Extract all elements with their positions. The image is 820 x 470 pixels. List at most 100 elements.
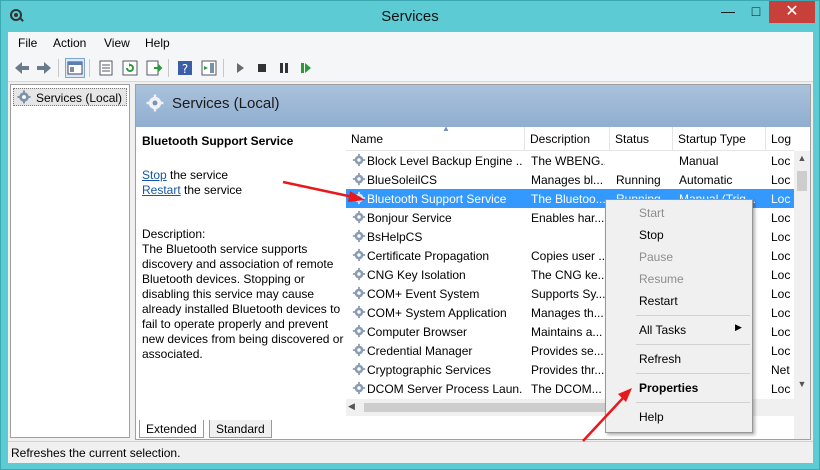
toolbar-separator [223, 59, 224, 77]
cell-description: Provides se... [531, 344, 604, 358]
forward-arrow-icon[interactable] [34, 58, 54, 78]
services-gear-icon [146, 94, 164, 112]
table-row[interactable]: Block Level Backup Engine ... The WBENG..… [346, 151, 794, 170]
menu-item-label: Pause [639, 250, 674, 264]
cell-logon: Loc [771, 325, 791, 339]
vertical-scrollbar[interactable]: ▲ ▼ [794, 151, 810, 439]
menu-item-label: Restart [639, 294, 678, 308]
cell-name: DCOM Server Process Laun... [367, 382, 522, 396]
menu-item-label: Help [639, 410, 664, 424]
cell-name: Computer Browser [367, 325, 468, 339]
console-tree: Services (Local) [10, 84, 130, 438]
menu-file[interactable]: File [18, 36, 37, 50]
cell-name: Cryptographic Services [367, 363, 492, 377]
cell-description: Manages th... [531, 306, 604, 320]
tab-standard[interactable]: Standard [209, 420, 272, 438]
start-service-icon[interactable] [230, 58, 250, 78]
service-gear-icon [352, 248, 366, 262]
scroll-down-icon[interactable]: ▼ [794, 379, 810, 393]
tree-item-label: Services (Local) [36, 91, 123, 105]
cell-logon: Loc [771, 211, 791, 225]
toolbar: ? [8, 54, 813, 82]
column-status[interactable]: Status [610, 127, 673, 151]
menu-item-resume[interactable]: Resume [606, 268, 752, 290]
service-gear-icon [352, 191, 366, 205]
show-console-tree-icon[interactable] [65, 58, 85, 78]
menu-item-pause[interactable]: Pause [606, 246, 752, 268]
service-gear-icon [352, 153, 366, 167]
menu-action[interactable]: Action [53, 36, 86, 50]
restart-suffix: the service [180, 183, 243, 197]
cell-description: The WBENG... [531, 154, 605, 168]
column-startup-type[interactable]: Startup Type [673, 127, 766, 151]
menu-item-refresh[interactable]: Refresh [606, 348, 752, 370]
menu-item-label: All Tasks [639, 323, 687, 337]
cell-description: Supports Sy... [531, 287, 605, 301]
stop-service-link[interactable]: Stop [142, 168, 167, 182]
stop-suffix: the service [166, 168, 229, 182]
cell-status: Running [616, 173, 661, 187]
scroll-thumb[interactable] [797, 171, 807, 191]
service-gear-icon [352, 305, 366, 319]
cell-logon: Loc [771, 192, 791, 206]
minimize-button[interactable]: — [714, 1, 742, 23]
service-gear-icon [352, 343, 366, 357]
cell-description: Provides thr... [531, 363, 605, 377]
service-gear-icon [352, 229, 366, 243]
cell-name: Credential Manager [367, 344, 473, 358]
hscroll-thumb[interactable] [364, 403, 614, 412]
column-description-label: Description [530, 132, 591, 146]
pane-header-title: Services (Local) [172, 95, 280, 112]
cell-name: Certificate Propagation [367, 249, 490, 263]
export-list-icon[interactable] [144, 58, 164, 78]
tab-extended[interactable]: Extended [139, 420, 204, 438]
tree-item-services-local[interactable]: Services (Local) [13, 88, 127, 106]
cell-startup: Manual [679, 154, 719, 168]
menu-item-start[interactable]: Start [606, 202, 752, 224]
stop-service-icon[interactable] [252, 58, 272, 78]
menu-item-help[interactable]: Help [606, 406, 752, 428]
help-icon[interactable]: ? [175, 58, 195, 78]
description-label: Description: [142, 227, 206, 241]
cell-description: The CNG ke... [531, 268, 605, 282]
properties-sheet-icon[interactable] [96, 58, 116, 78]
menu-view[interactable]: View [104, 36, 130, 50]
restart-service-link[interactable]: Restart [142, 183, 181, 197]
show-action-pane-icon[interactable] [199, 58, 219, 78]
service-gear-icon [352, 324, 366, 338]
table-row[interactable]: BlueSoleilCS Manages bl... Running Automati… [346, 170, 794, 189]
services-window: Services — □ ✕ File Action View Help ? S… [0, 0, 820, 470]
refresh-icon[interactable] [120, 58, 140, 78]
pause-service-icon[interactable] [274, 58, 294, 78]
column-startup-label: Startup Type [678, 132, 746, 146]
status-bar: Refreshes the current selection. [8, 441, 813, 463]
cell-name: Bonjour Service [367, 211, 452, 225]
menu-item-restart[interactable]: Restart [606, 290, 752, 312]
window-title: Services [381, 8, 439, 25]
menu-help[interactable]: Help [145, 36, 170, 50]
cell-name: Block Level Backup Engine ... [367, 154, 522, 168]
menu-item-properties[interactable]: Properties [606, 377, 752, 399]
restart-service-icon[interactable] [296, 58, 316, 78]
back-arrow-icon[interactable] [12, 58, 32, 78]
toolbar-separator [58, 59, 59, 77]
scroll-left-icon[interactable]: ◀ [348, 401, 355, 412]
cell-description: The Bluetoo... [531, 192, 605, 206]
column-name[interactable]: ▲ Name [346, 124, 525, 151]
close-button[interactable]: ✕ [769, 1, 815, 23]
cell-logon: Loc [771, 249, 791, 263]
cell-name: CNG Key Isolation [367, 268, 466, 282]
menu-item-stop[interactable]: Stop [606, 224, 752, 246]
service-gear-icon [352, 267, 366, 281]
scroll-up-icon[interactable]: ▲ [794, 153, 810, 167]
sort-ascending-icon: ▲ [442, 124, 450, 133]
restart-line: Restart the service [142, 183, 242, 197]
menu-item-all-tasks[interactable]: All Tasks ▶ [606, 319, 752, 341]
column-description[interactable]: Description [525, 127, 610, 151]
maximize-button[interactable]: □ [742, 1, 770, 23]
column-logon[interactable]: Log [766, 127, 794, 151]
pane-header: Services (Local) [136, 85, 810, 127]
title-bar[interactable]: Services — □ ✕ [1, 1, 819, 32]
service-gear-icon [352, 210, 366, 224]
cell-logon: Loc [771, 287, 791, 301]
